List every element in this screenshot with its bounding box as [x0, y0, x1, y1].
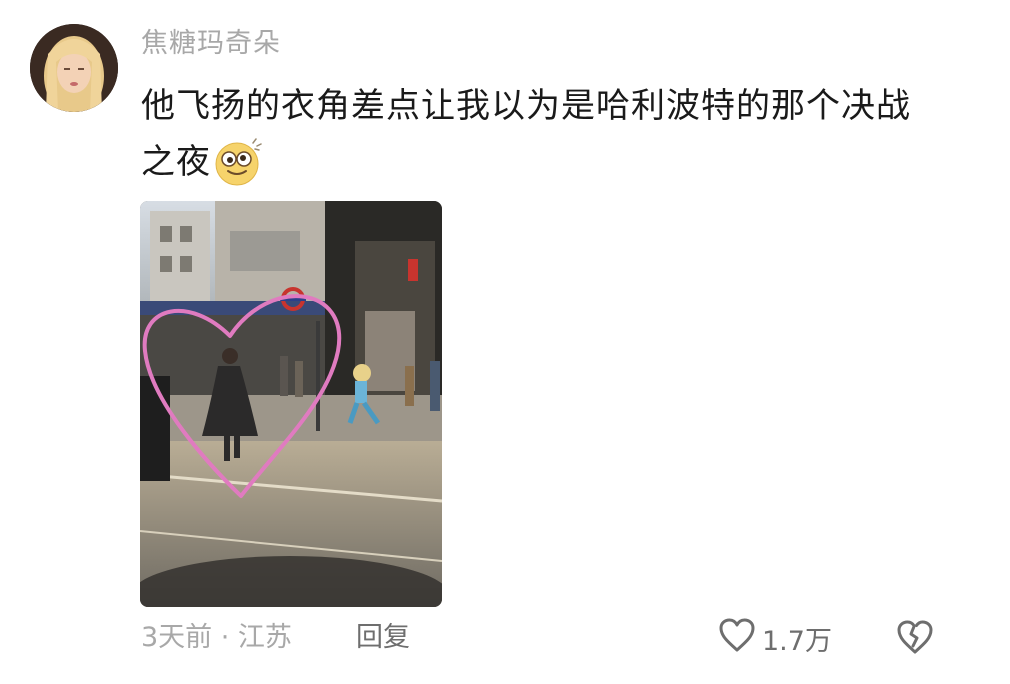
dislike-button[interactable] [896, 618, 934, 663]
dizzy-face-emoji-icon [213, 137, 263, 187]
comment-meta: 3天前 · 江苏 [141, 622, 292, 653]
comment-text-line2: 之夜 [141, 142, 211, 182]
like-button[interactable]: 1.7万 [718, 616, 832, 660]
comment-photo[interactable] [140, 201, 442, 607]
heart-outline-icon [718, 617, 756, 660]
like-count: 1.7万 [762, 625, 832, 657]
username[interactable]: 焦糖玛奇朵 [141, 26, 281, 62]
broken-heart-icon [896, 620, 934, 663]
comment-footer: 3天前 · 江苏 回复 1.7万 [141, 616, 961, 660]
comment-text: 他飞扬的衣角差点让我以为是哈利波特的那个决战 之夜 [141, 78, 961, 190]
reply-button[interactable]: 回复 [356, 620, 410, 656]
comment-text-line2-row: 之夜 [141, 134, 961, 190]
comment-item: 焦糖玛奇朵 他飞扬的衣角差点让我以为是哈利波特的那个决战 之夜 3天前 · 江苏… [0, 0, 1010, 684]
comment-text-line1: 他飞扬的衣角差点让我以为是哈利波特的那个决战 [141, 86, 911, 126]
avatar[interactable] [30, 24, 118, 112]
